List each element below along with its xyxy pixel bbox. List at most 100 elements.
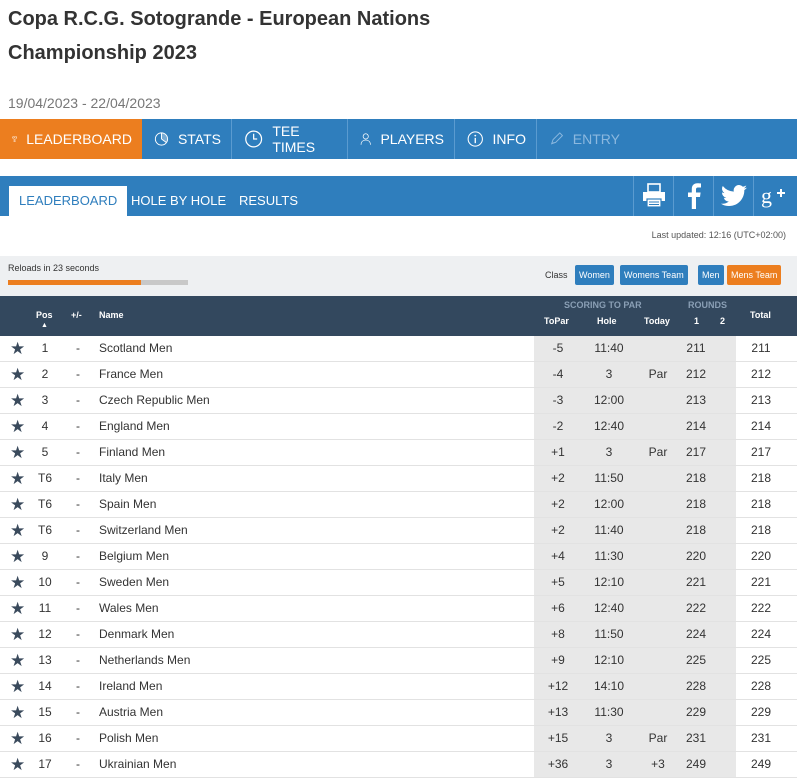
change-cell: - bbox=[76, 549, 80, 563]
table-row[interactable]: ★ 3 - Czech Republic Men -3 12:00 213 213 bbox=[0, 388, 797, 414]
class-womens-team-button[interactable]: Womens Team bbox=[620, 265, 688, 285]
favorite-star-icon[interactable]: ★ bbox=[10, 469, 25, 489]
name-cell[interactable]: England Men bbox=[99, 419, 170, 433]
table-row[interactable]: ★ 4 - England Men -2 12:40 214 214 bbox=[0, 414, 797, 440]
change-cell: - bbox=[76, 757, 80, 771]
favorite-star-icon[interactable]: ★ bbox=[10, 339, 25, 359]
favorite-star-icon[interactable]: ★ bbox=[10, 547, 25, 567]
favorite-star-icon[interactable]: ★ bbox=[10, 729, 25, 749]
facebook-button[interactable] bbox=[673, 176, 713, 216]
table-row[interactable]: ★ 2 - France Men -4 3 Par 212 212 bbox=[0, 362, 797, 388]
change-cell: - bbox=[76, 601, 80, 615]
total-cell: 222 bbox=[750, 601, 772, 615]
favorite-star-icon[interactable]: ★ bbox=[10, 599, 25, 619]
change-cell: - bbox=[76, 471, 80, 485]
topar-cell: +8 bbox=[551, 627, 565, 641]
name-cell[interactable]: Netherlands Men bbox=[99, 653, 190, 667]
round1-cell: 228 bbox=[685, 679, 707, 693]
class-mens-team-button[interactable]: Mens Team bbox=[727, 265, 782, 285]
round1-cell: 220 bbox=[685, 549, 707, 563]
name-cell[interactable]: Spain Men bbox=[99, 497, 156, 511]
pos-cell: T6 bbox=[37, 497, 52, 511]
nav-tee-times[interactable]: TEE TIMES bbox=[232, 119, 348, 159]
favorite-star-icon[interactable]: ★ bbox=[10, 677, 25, 697]
name-cell[interactable]: Austria Men bbox=[99, 705, 163, 719]
table-row[interactable]: ★ 15 - Austria Men +13 11:30 229 229 bbox=[0, 700, 797, 726]
name-cell[interactable]: Denmark Men bbox=[99, 627, 174, 641]
total-cell: 218 bbox=[750, 523, 772, 537]
table-row[interactable]: ★ 12 - Denmark Men +8 11:50 224 224 bbox=[0, 622, 797, 648]
class-men-button[interactable]: Men bbox=[698, 265, 724, 285]
total-cell: 212 bbox=[750, 367, 772, 381]
name-cell[interactable]: Czech Republic Men bbox=[99, 393, 210, 407]
table-row[interactable]: ★ T6 - Switzerland Men +2 11:40 218 218 bbox=[0, 518, 797, 544]
twitter-icon bbox=[720, 185, 747, 207]
name-cell[interactable]: Belgium Men bbox=[99, 549, 169, 563]
hole-cell: 11:50 bbox=[594, 471, 624, 485]
pie-chart-icon bbox=[154, 132, 169, 146]
nav-label: LEADERBOARD bbox=[26, 131, 132, 147]
table-row[interactable]: ★ T6 - Spain Men +2 12:00 218 218 bbox=[0, 492, 797, 518]
nav-label: STATS bbox=[177, 131, 221, 147]
table-row[interactable]: ★ 17 - Ukrainian Men +36 3 +3 249 249 bbox=[0, 752, 797, 778]
name-cell[interactable]: Sweden Men bbox=[99, 575, 169, 589]
total-cell: 229 bbox=[750, 705, 772, 719]
print-button[interactable] bbox=[633, 176, 673, 216]
name-cell[interactable]: Wales Men bbox=[99, 601, 159, 615]
name-cell[interactable]: Scotland Men bbox=[99, 341, 172, 355]
google-plus-icon: g bbox=[761, 184, 785, 208]
favorite-star-icon[interactable]: ★ bbox=[10, 573, 25, 593]
nav-players[interactable]: PLAYERS bbox=[348, 119, 455, 159]
event-dates: 19/04/2023 - 22/04/2023 bbox=[8, 95, 161, 111]
favorite-star-icon[interactable]: ★ bbox=[10, 625, 25, 645]
table-row[interactable]: ★ 1 - Scotland Men -5 11:40 211 211 bbox=[0, 336, 797, 362]
name-cell[interactable]: Finland Men bbox=[99, 445, 165, 459]
table-row[interactable]: ★ 13 - Netherlands Men +9 12:10 225 225 bbox=[0, 648, 797, 674]
nav-info[interactable]: INFO bbox=[455, 119, 537, 159]
name-cell[interactable]: France Men bbox=[99, 367, 163, 381]
hole-cell: 3 bbox=[605, 731, 613, 745]
favorite-star-icon[interactable]: ★ bbox=[10, 391, 25, 411]
favorite-star-icon[interactable]: ★ bbox=[10, 365, 25, 385]
name-cell[interactable]: Italy Men bbox=[99, 471, 148, 485]
table-row[interactable]: ★ 9 - Belgium Men +4 11:30 220 220 bbox=[0, 544, 797, 570]
table-row[interactable]: ★ 11 - Wales Men +6 12:40 222 222 bbox=[0, 596, 797, 622]
col-pos[interactable]: Pos bbox=[36, 310, 53, 320]
favorite-star-icon[interactable]: ★ bbox=[10, 755, 25, 775]
today-cell: Par bbox=[648, 445, 668, 459]
table-row[interactable]: ★ 14 - Ireland Men +12 14:10 228 228 bbox=[0, 674, 797, 700]
hole-cell: 12:40 bbox=[593, 601, 625, 615]
favorite-star-icon[interactable]: ★ bbox=[10, 443, 25, 463]
tab-leaderboard[interactable]: LEADERBOARD bbox=[9, 186, 128, 216]
tab-results[interactable]: RESULTS bbox=[239, 186, 298, 216]
change-cell: - bbox=[76, 575, 80, 589]
favorite-star-icon[interactable]: ★ bbox=[10, 703, 25, 723]
today-cell: Par bbox=[648, 731, 668, 745]
tab-hole-by-hole[interactable]: HOLE BY HOLE bbox=[131, 186, 226, 216]
table-row[interactable]: ★ 5 - Finland Men +1 3 Par 217 217 bbox=[0, 440, 797, 466]
col-name: Name bbox=[99, 310, 124, 320]
twitter-button[interactable] bbox=[713, 176, 753, 216]
pos-cell: 15 bbox=[38, 705, 52, 719]
nav-stats[interactable]: STATS bbox=[142, 119, 232, 159]
topar-cell: +6 bbox=[551, 601, 565, 615]
favorite-star-icon[interactable]: ★ bbox=[10, 417, 25, 437]
name-cell[interactable]: Polish Men bbox=[99, 731, 158, 745]
table-row[interactable]: ★ 16 - Polish Men +15 3 Par 231 231 bbox=[0, 726, 797, 752]
reload-progress-track bbox=[8, 280, 188, 285]
table-row[interactable]: ★ T6 - Italy Men +2 11:50 218 218 bbox=[0, 466, 797, 492]
favorite-star-icon[interactable]: ★ bbox=[10, 521, 25, 541]
name-cell[interactable]: Switzerland Men bbox=[99, 523, 188, 537]
sort-asc-icon: ▲ bbox=[41, 322, 48, 329]
class-women-button[interactable]: Women bbox=[575, 265, 614, 285]
name-cell[interactable]: Ukrainian Men bbox=[99, 757, 176, 771]
favorite-star-icon[interactable]: ★ bbox=[10, 651, 25, 671]
nav-leaderboard[interactable]: LEADERBOARD bbox=[0, 119, 142, 159]
google-plus-button[interactable]: g bbox=[753, 176, 793, 216]
total-cell: 213 bbox=[750, 393, 772, 407]
name-cell[interactable]: Ireland Men bbox=[99, 679, 162, 693]
change-cell: - bbox=[76, 653, 80, 667]
table-row[interactable]: ★ 10 - Sweden Men +5 12:10 221 221 bbox=[0, 570, 797, 596]
topar-cell: +12 bbox=[547, 679, 569, 693]
favorite-star-icon[interactable]: ★ bbox=[10, 495, 25, 515]
